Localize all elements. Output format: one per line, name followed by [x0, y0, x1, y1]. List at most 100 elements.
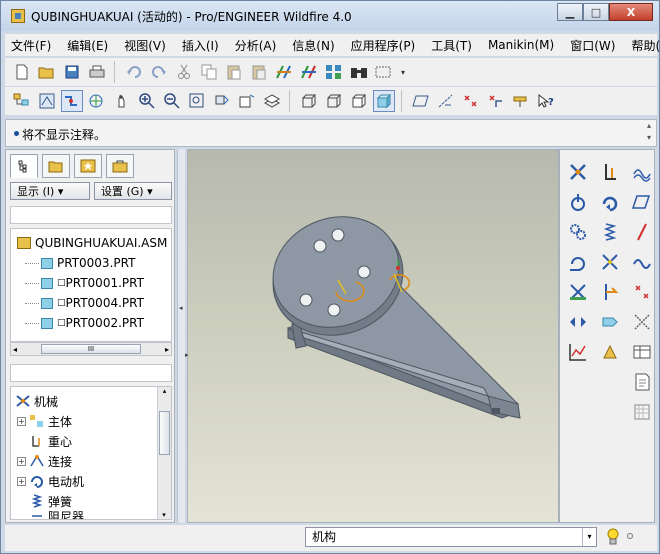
proe-app-icon[interactable]: [11, 9, 25, 23]
reorient-icon[interactable]: [211, 90, 233, 112]
tab-folder-browser[interactable]: [42, 154, 70, 178]
tab-connections[interactable]: [106, 154, 134, 178]
tab-model-tree[interactable]: [10, 154, 38, 178]
tree-horizontal-scrollbar[interactable]: ◂ III ▸: [10, 342, 172, 356]
spin-center-icon[interactable]: [61, 90, 83, 112]
settings-dropdown[interactable]: 设置 (G) ▾: [94, 182, 172, 200]
tree-item-part[interactable]: PRT0003.PRT: [11, 253, 171, 273]
coord-systems-icon[interactable]: [485, 90, 507, 112]
datum-points-icon[interactable]: [460, 90, 482, 112]
table-tool-icon[interactable]: [628, 338, 656, 366]
menu-view[interactable]: 视图(V): [124, 37, 166, 54]
open-icon[interactable]: [36, 61, 58, 83]
mech-item-dampers[interactable]: 阻尼器: [11, 511, 171, 519]
scroll-up-icon[interactable]: ▴: [158, 387, 171, 395]
cut-icon[interactable]: [173, 61, 195, 83]
refit-icon[interactable]: [186, 90, 208, 112]
show-dropdown[interactable]: 显示 (I) ▾: [10, 182, 90, 200]
tree-item-part[interactable]: □ PRT0001.PRT: [11, 273, 171, 293]
light-bulb-icon[interactable]: [605, 527, 621, 547]
mech-item-connections[interactable]: + 连接: [11, 451, 171, 471]
expand-icon[interactable]: +: [17, 416, 26, 426]
menu-tools[interactable]: 工具(T): [431, 37, 472, 54]
mech-item-center-of-gravity[interactable]: 重心: [11, 431, 171, 451]
maximize-button[interactable]: □: [583, 3, 609, 21]
trajectory-icon[interactable]: [628, 308, 656, 336]
tree-item-part[interactable]: □ PRT0002.PRT: [11, 313, 171, 333]
scroll-down-icon[interactable]: ▾: [158, 511, 170, 519]
menu-insert[interactable]: 插入(I): [182, 37, 219, 54]
pan-icon[interactable]: [111, 90, 133, 112]
viewport-expand-arrow-icon[interactable]: ▸: [185, 351, 189, 359]
scroll-thumb[interactable]: III: [41, 344, 141, 354]
menu-window[interactable]: 窗口(W): [570, 37, 615, 54]
report-icon[interactable]: [628, 368, 656, 396]
mech-item-motors[interactable]: + 电动机: [11, 471, 171, 491]
scroll-right-icon[interactable]: ▸: [165, 345, 169, 354]
message-scrollbar[interactable]: ▴ ▾: [642, 120, 656, 146]
mechanism-display-icon[interactable]: [564, 158, 592, 186]
expand-icon[interactable]: +: [17, 476, 26, 486]
playback-icon[interactable]: [596, 278, 624, 306]
model-tree-icon[interactable]: [11, 90, 33, 112]
cam-icon[interactable]: [628, 158, 656, 186]
damper-tool-icon[interactable]: [628, 218, 656, 246]
binoculars-icon[interactable]: [348, 61, 370, 83]
no-hidden-icon[interactable]: [348, 90, 370, 112]
scroll-thumb[interactable]: [159, 411, 170, 455]
save-icon[interactable]: [61, 61, 83, 83]
print-icon[interactable]: [86, 61, 108, 83]
spreadsheet-icon[interactable]: [628, 398, 656, 426]
connect-icon[interactable]: [596, 338, 624, 366]
mode-selector[interactable]: 机构 ▾: [305, 527, 597, 547]
tree-item-part[interactable]: □ PRT0004.PRT: [11, 293, 171, 313]
drag-components-icon[interactable]: [564, 308, 592, 336]
chevron-down-icon[interactable]: ▾: [398, 61, 408, 83]
menu-analysis[interactable]: 分析(A): [235, 37, 277, 54]
analysis-icon[interactable]: [564, 278, 592, 306]
execution-motor-icon[interactable]: [596, 188, 624, 216]
zoom-out-icon[interactable]: [161, 90, 183, 112]
menu-help[interactable]: 帮助(H): [631, 37, 660, 54]
panel-splitter[interactable]: ◂: [177, 149, 185, 523]
shading-icon[interactable]: [373, 90, 395, 112]
annotations-icon[interactable]: [510, 90, 532, 112]
envelope-icon[interactable]: [596, 308, 624, 336]
menu-applications[interactable]: 应用程序(P): [351, 37, 416, 54]
layers-icon[interactable]: [261, 90, 283, 112]
minimize-button[interactable]: ▁: [557, 3, 583, 21]
whats-this-icon[interactable]: ?: [535, 90, 557, 112]
tree-root-assembly[interactable]: QUBINGHUAKUAI.ASM: [11, 233, 171, 253]
mech-item-springs[interactable]: 弹簧: [11, 491, 171, 511]
tab-favorites[interactable]: [74, 154, 102, 178]
mech-item-bodies[interactable]: + 主体: [11, 411, 171, 431]
new-icon[interactable]: [11, 61, 33, 83]
select-box-icon[interactable]: [373, 61, 395, 83]
initial-condition-icon[interactable]: [628, 248, 656, 276]
scroll-left-icon[interactable]: ◂: [13, 345, 17, 354]
chevron-down-icon[interactable]: ▾: [582, 528, 596, 546]
measure-results-icon[interactable]: [628, 278, 656, 306]
redo-icon[interactable]: [148, 61, 170, 83]
copy-icon[interactable]: [198, 61, 220, 83]
collapse-arrow-icon[interactable]: ◂: [179, 304, 183, 312]
bushing-icon[interactable]: [564, 248, 592, 276]
slot-icon[interactable]: [628, 188, 656, 216]
find-icon[interactable]: [323, 61, 345, 83]
regenerate-icon[interactable]: [273, 61, 295, 83]
wireframe-icon[interactable]: [298, 90, 320, 112]
display-icon[interactable]: [36, 90, 58, 112]
mechanism-vertical-scrollbar[interactable]: ▴ ▾: [157, 387, 171, 519]
menu-manikin[interactable]: Manikin(M): [488, 38, 554, 52]
gear-icon[interactable]: [564, 218, 592, 246]
menu-info[interactable]: 信息(N): [292, 37, 334, 54]
servo-motor-icon[interactable]: [564, 188, 592, 216]
close-button[interactable]: X: [609, 3, 653, 21]
datum-axes-icon[interactable]: [435, 90, 457, 112]
undo-icon[interactable]: [123, 61, 145, 83]
orient-icon[interactable]: [86, 90, 108, 112]
menu-edit[interactable]: 编辑(E): [67, 37, 108, 54]
saved-views-icon[interactable]: [236, 90, 258, 112]
menu-file[interactable]: 文件(F): [11, 37, 51, 54]
paste-icon[interactable]: [223, 61, 245, 83]
